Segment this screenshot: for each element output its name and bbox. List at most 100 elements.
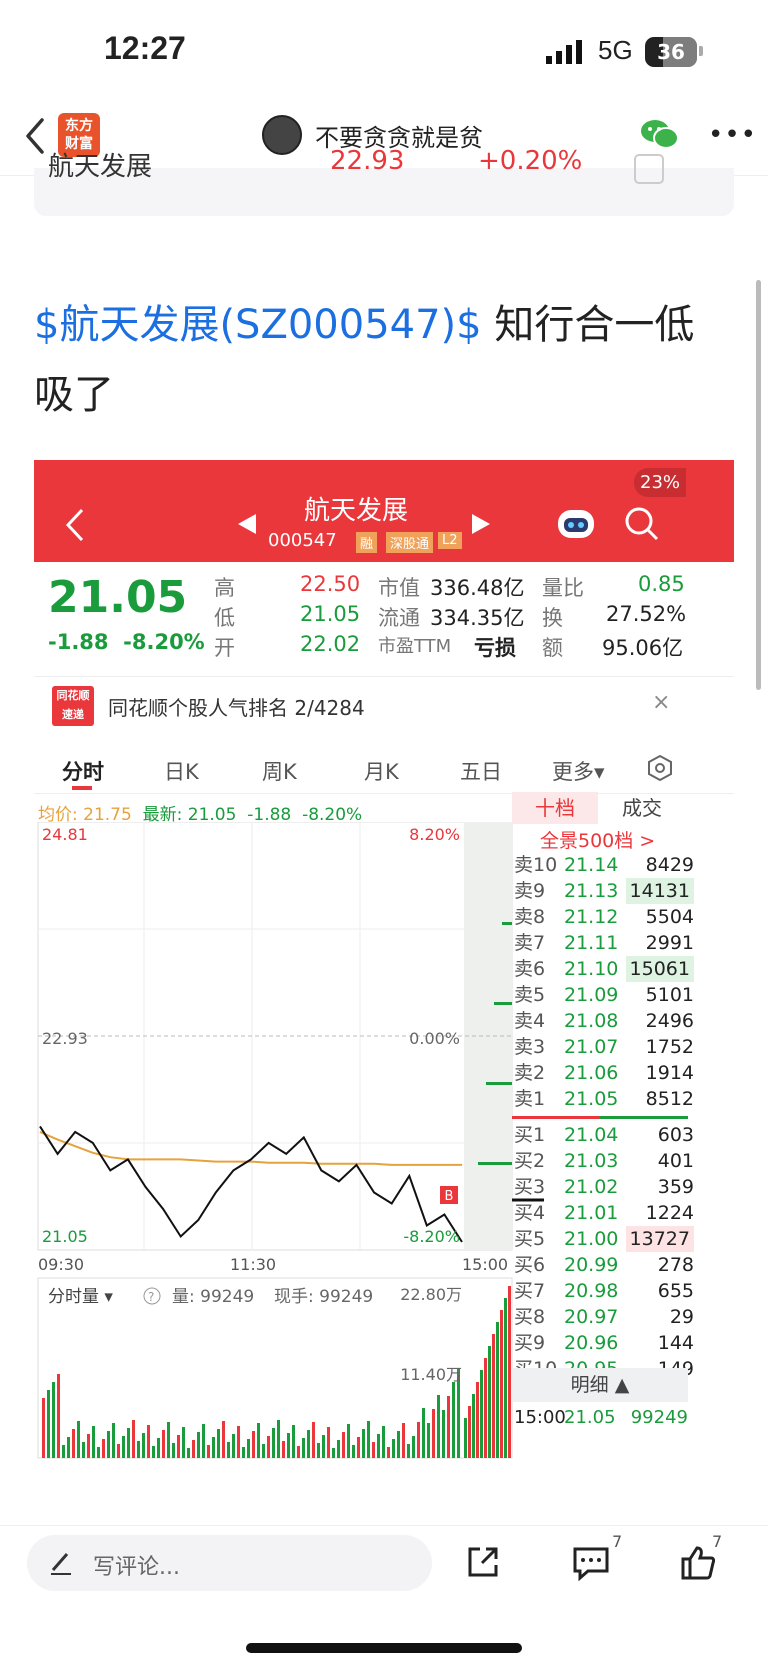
- level-label: 卖5: [514, 984, 546, 1006]
- volume-bar: [292, 1425, 295, 1458]
- change-value: -1.88: [48, 630, 109, 654]
- like-count: 7: [712, 1532, 723, 1551]
- volume-bar: [192, 1440, 195, 1458]
- level-volume: 2991: [645, 932, 694, 954]
- more-icon[interactable]: •••: [708, 120, 757, 150]
- volume-bar: [122, 1436, 125, 1458]
- volume-bar: [207, 1445, 210, 1458]
- volume-bar: [432, 1409, 435, 1458]
- level-price: 21.03: [564, 1150, 619, 1172]
- share-icon[interactable]: [466, 1545, 500, 1583]
- volume-bar: [392, 1439, 395, 1458]
- tab-ten-level: 十档: [512, 792, 598, 824]
- bid-row: 买6 20.99 278: [512, 1252, 696, 1278]
- auction-volume-bar: [476, 1382, 479, 1458]
- level-label: 买8: [514, 1306, 546, 1328]
- book-separator: [512, 1116, 688, 1119]
- volume-bar: [162, 1430, 165, 1458]
- change-pct: -8.20%: [123, 630, 205, 654]
- stock-code: 000547: [268, 530, 337, 551]
- stock-name: 航天发展: [304, 496, 409, 526]
- turnover-value: 27.52%: [606, 602, 687, 626]
- badge-connect: 深股通: [386, 532, 434, 553]
- embedded-screenshot[interactable]: 航天发展 000547 融 深股通 L2 23% 21.05 -1.88 -8.…: [34, 460, 734, 1510]
- level-price: 21.09: [564, 984, 619, 1006]
- auction-volume-bar: [480, 1370, 483, 1458]
- volume-bar: [367, 1421, 370, 1458]
- price-change: -1.88 -8.20%: [48, 630, 205, 654]
- volume-bar: [252, 1431, 255, 1458]
- volume-bar: [222, 1421, 225, 1458]
- tab-intraday: 分时: [62, 760, 104, 784]
- add-icon[interactable]: [634, 154, 664, 184]
- ask-row: 卖5 21.09 5101: [512, 982, 696, 1008]
- level-price: 20.96: [564, 1332, 619, 1354]
- level-price: 21.06: [564, 1062, 619, 1084]
- level-volume: 401: [657, 1150, 694, 1172]
- card-stock-price: 22.93: [330, 146, 405, 176]
- bid-row: 买8 20.97 29: [512, 1304, 696, 1330]
- level-price: 21.02: [564, 1176, 619, 1198]
- comment-input[interactable]: 写评论...: [27, 1535, 432, 1591]
- volume-bar: [287, 1433, 290, 1458]
- rank-text: 同花顺个股人气排名 2/4284: [108, 696, 365, 720]
- back-icon: [64, 508, 86, 546]
- level-price: 21.05: [564, 1088, 619, 1110]
- chart-tabs: 分时 日K 周K 月K 五日 更多▾: [34, 742, 734, 794]
- tab-five-day: 五日: [460, 760, 502, 784]
- volume-bar: [242, 1447, 245, 1458]
- last-trade-price: 21.05: [564, 1407, 616, 1428]
- comment-count: 7: [612, 1532, 623, 1551]
- volume-bar: [112, 1423, 115, 1458]
- level-label: 卖8: [514, 906, 546, 928]
- wechat-icon[interactable]: [640, 118, 680, 150]
- back-icon[interactable]: [22, 116, 48, 156]
- level-volume: 13727: [625, 1226, 694, 1252]
- related-stock-card[interactable]: 航天发展 22.93 +0.20%: [34, 146, 734, 216]
- signal-icon: [546, 40, 586, 64]
- volume-bar: [62, 1445, 65, 1458]
- prev-stock-icon: [238, 514, 258, 538]
- level-volume: 1224: [645, 1202, 694, 1224]
- float-label: 流通: [378, 606, 420, 630]
- volume-bar: [197, 1432, 200, 1458]
- auction-volume-bar: [500, 1310, 503, 1458]
- volume-bar: [312, 1422, 315, 1458]
- volume-bar: [302, 1438, 305, 1458]
- level-volume: 29: [669, 1306, 694, 1328]
- comment-icon[interactable]: [572, 1545, 610, 1585]
- stock-tag-link[interactable]: $航天发展(SZ000547)$: [34, 302, 482, 348]
- robot-icon: [556, 504, 596, 544]
- stock-header-bar: 航天发展 000547 融 深股通 L2 23%: [34, 460, 734, 562]
- amount-label: 额: [542, 636, 563, 660]
- battery-icon: 36: [645, 37, 697, 67]
- tab-trades: 成交: [622, 796, 662, 820]
- full-depth-link: 全景500档 >: [540, 830, 656, 852]
- volume-value: 量: 99249: [172, 1287, 254, 1307]
- level-volume: 655: [657, 1280, 694, 1302]
- volume-bar: [147, 1425, 150, 1458]
- mcap-value: 336.48亿: [430, 576, 525, 600]
- bid-row: 买2 21.03 401: [512, 1148, 696, 1174]
- help-icon-glyph: ?: [148, 1290, 154, 1304]
- volume-bar: [452, 1382, 455, 1458]
- scrollbar[interactable]: [756, 280, 761, 690]
- volume-bar: [87, 1434, 90, 1458]
- float-value: 334.35亿: [430, 606, 525, 630]
- auction-volume-bar: [488, 1346, 491, 1458]
- volume-bar: [347, 1424, 350, 1458]
- volume-bar: [117, 1444, 120, 1458]
- level-volume: 359: [657, 1176, 694, 1198]
- home-indicator: [246, 1643, 522, 1653]
- volume-bar: [82, 1442, 85, 1458]
- ask-row: 卖10 21.14 8429: [512, 852, 696, 878]
- vol-max: 22.80万: [400, 1285, 462, 1304]
- user-avatar[interactable]: [262, 115, 302, 155]
- level-price: 21.11: [564, 932, 619, 954]
- y-top-pct: 8.20%: [409, 825, 460, 844]
- volume-bar: [217, 1429, 220, 1458]
- volume-bar: [317, 1443, 320, 1458]
- level-volume: 14131: [625, 878, 694, 904]
- volume-bar: [297, 1446, 300, 1458]
- like-icon[interactable]: [680, 1545, 716, 1585]
